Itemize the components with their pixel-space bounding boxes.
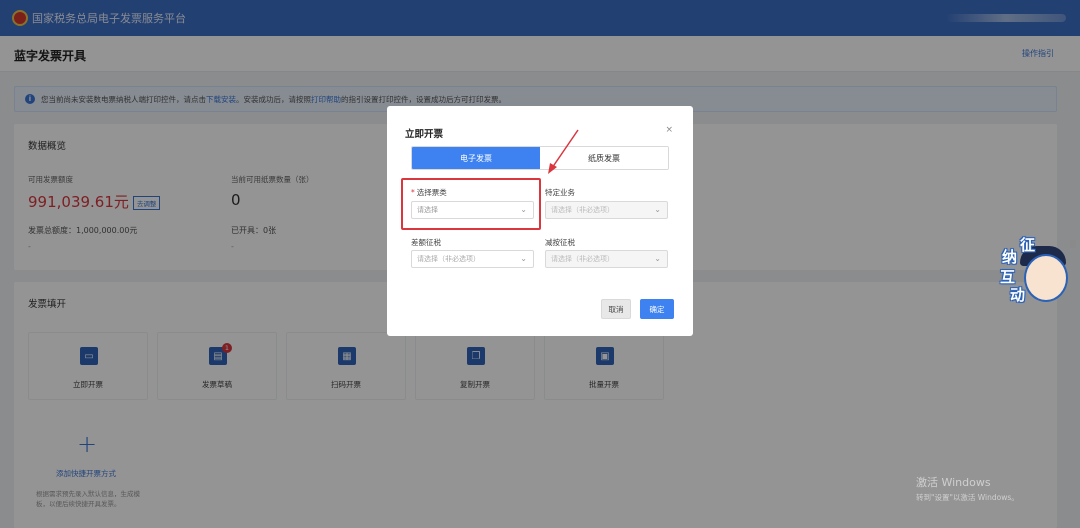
invoice-type-label: * 选择票类 xyxy=(411,187,447,198)
chevron-down-icon: ⌄ xyxy=(520,254,527,263)
invoice-type-placeholder: 请选择 xyxy=(417,206,438,214)
reduced-tax-placeholder: 请选择（非必选项） xyxy=(551,255,614,263)
invoice-type-select[interactable]: 请选择 ⌄ xyxy=(411,201,534,219)
chevron-down-icon: ⌄ xyxy=(520,205,527,214)
chevron-down-icon: ⌄ xyxy=(654,205,661,214)
issue-invoice-modal: 立即开票 × 电子发票 纸质发票 * 选择票类 请选择 ⌄ 特定业务 请选择（非必… xyxy=(387,106,693,336)
required-mark: * xyxy=(411,188,415,197)
close-icon[interactable]: × xyxy=(665,125,673,135)
mascot-face xyxy=(1024,254,1068,302)
windows-watermark: 激活 Windows 转到"设置"以激活 Windows。 xyxy=(916,474,1019,503)
special-business-select[interactable]: 请选择（非必选项） ⌄ xyxy=(545,201,668,219)
mascot-char-2: 纳 xyxy=(1002,248,1018,266)
scrollbar-thumb[interactable] xyxy=(1070,240,1076,248)
differential-tax-label: 差额征税 xyxy=(411,238,441,247)
mascot-char-1: 征 xyxy=(1020,236,1036,254)
invoice-type-label-text: 选择票类 xyxy=(416,188,447,197)
chevron-down-icon: ⌄ xyxy=(654,254,661,263)
watermark-line-2: 转到"设置"以激活 Windows。 xyxy=(916,493,1019,502)
reduced-tax-label: 减按征税 xyxy=(545,238,575,247)
modal-title: 立即开票 xyxy=(405,129,444,140)
differential-tax-select[interactable]: 请选择（非必选项） ⌄ xyxy=(411,250,534,268)
watermark-line-1: 激活 Windows xyxy=(916,476,991,489)
differential-tax-placeholder: 请选择（非必选项） xyxy=(417,255,480,263)
mascot-widget[interactable]: 征 纳 互 动 xyxy=(998,236,1070,306)
special-business-label: 特定业务 xyxy=(545,188,575,197)
tab-paper-invoice[interactable]: 纸质发票 xyxy=(540,147,668,169)
confirm-button[interactable]: 确定 xyxy=(640,299,674,319)
invoice-medium-tabs: 电子发票 纸质发票 xyxy=(411,146,669,170)
reduced-tax-select[interactable]: 请选择（非必选项） ⌄ xyxy=(545,250,668,268)
cancel-button[interactable]: 取消 xyxy=(601,299,631,319)
mascot-char-4: 动 xyxy=(1010,286,1026,304)
special-business-placeholder: 请选择（非必选项） xyxy=(551,206,614,214)
tab-electronic-invoice[interactable]: 电子发票 xyxy=(412,147,540,169)
